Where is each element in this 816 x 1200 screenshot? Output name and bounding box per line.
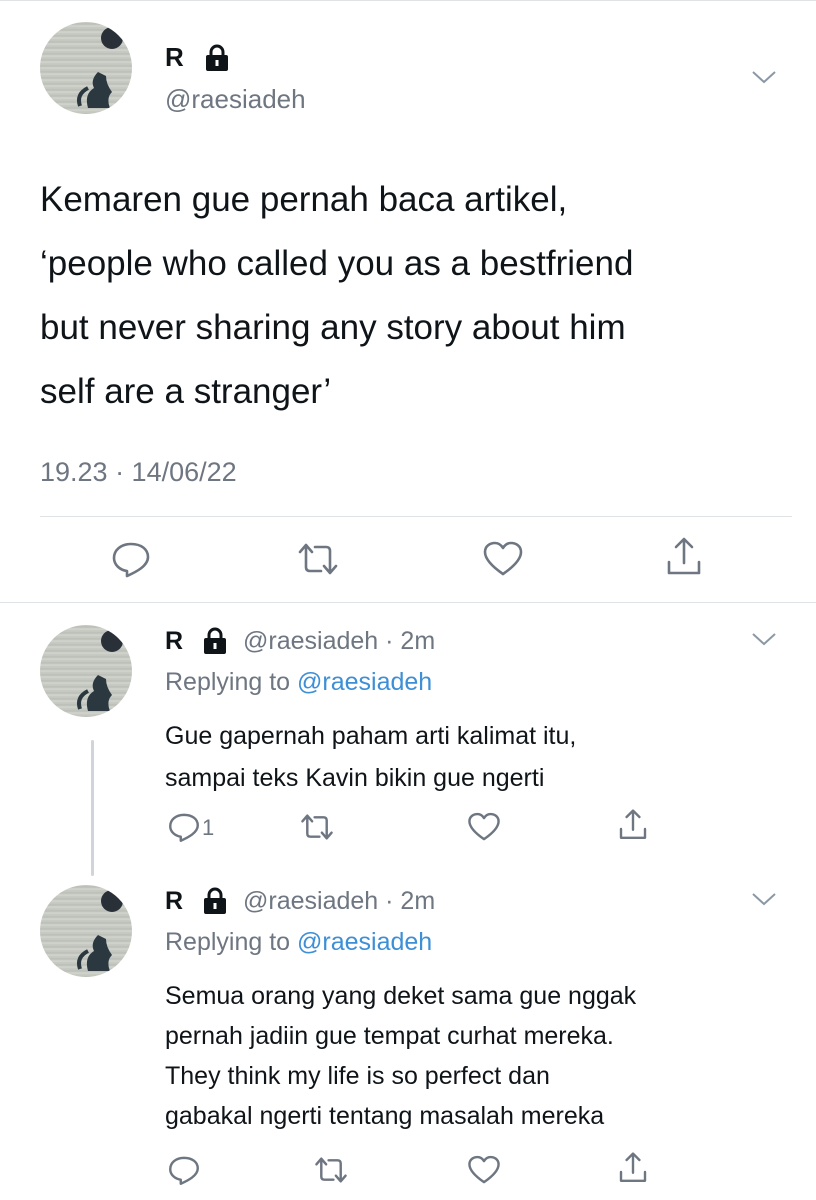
reply-text-line: They think my life is so perfect dan — [165, 1062, 550, 1090]
reply-icon[interactable] — [110, 540, 152, 578]
retweet-icon[interactable] — [300, 812, 334, 842]
reply-icon[interactable] — [167, 811, 201, 843]
tweet-text-line: Kemaren gue pernah baca artikel, — [40, 180, 568, 219]
share-icon[interactable] — [617, 808, 649, 842]
reply-text-line: Gue gapernah paham arti kalimat itu, — [165, 722, 577, 750]
tweet-text-line: but never sharing any story about him — [40, 308, 626, 347]
lock-icon — [201, 887, 229, 915]
heart-icon[interactable] — [482, 540, 524, 578]
share-icon[interactable] — [664, 536, 704, 578]
reply-icon[interactable] — [167, 1154, 201, 1186]
lock-icon — [201, 627, 229, 655]
handle-text[interactable]: @raesiadeh — [243, 887, 378, 915]
display-name[interactable]: R — [165, 41, 184, 73]
thread-line — [91, 740, 94, 876]
chevron-down-icon[interactable] — [750, 68, 778, 86]
avatar[interactable] — [40, 885, 132, 977]
retweet-icon[interactable] — [297, 541, 339, 577]
retweet-icon[interactable] — [314, 1155, 348, 1185]
lock-icon — [203, 44, 231, 72]
divider — [0, 602, 816, 603]
relative-time: · 2m — [385, 627, 436, 655]
replying-to: Replying to @raesiadeh — [165, 926, 432, 958]
reply-text-line: Semua orang yang deket sama gue nggak — [165, 982, 637, 1010]
timestamp[interactable]: 19.23 · 14/06/22 — [40, 454, 237, 490]
reply-text: Gue gapernah paham arti kalimat itu, sam… — [165, 715, 795, 799]
top-divider — [0, 0, 816, 1]
replying-to-link[interactable]: @raesiadeh — [297, 668, 432, 696]
reply-count: 1 — [202, 815, 215, 840]
replying-to-link[interactable]: @raesiadeh — [297, 928, 432, 956]
tweet-text-line: ‘people who called you as a bestfriend — [40, 244, 634, 283]
reply-text-line: sampai teks Kavin bikin gue ngerti — [165, 764, 545, 792]
handle-text[interactable]: @raesiadeh — [243, 627, 378, 655]
replying-prefix: Replying to — [165, 928, 291, 956]
reply-text: Semua orang yang deket sama gue nggak pe… — [165, 976, 795, 1136]
handle[interactable]: @raesiadeh — [165, 83, 306, 115]
divider — [40, 516, 792, 517]
avatar[interactable] — [40, 22, 132, 114]
replying-to: Replying to @raesiadeh — [165, 666, 432, 698]
display-name[interactable]: R — [165, 885, 183, 917]
chevron-down-icon[interactable] — [750, 890, 778, 908]
heart-icon[interactable] — [467, 1154, 501, 1186]
reply-text-line: pernah jadiin gue tempat curhat mereka. — [165, 1022, 614, 1050]
avatar[interactable] — [40, 625, 132, 717]
reply-text-line: gabakal ngerti tentang masalah mereka — [165, 1102, 605, 1130]
share-icon[interactable] — [617, 1151, 649, 1185]
tweet-text: Kemaren gue pernah baca artikel, ‘people… — [40, 168, 800, 424]
tweet-text-line: self are a stranger’ — [40, 372, 332, 411]
relative-time: · 2m — [385, 887, 436, 915]
chevron-down-icon[interactable] — [750, 630, 778, 648]
heart-icon[interactable] — [467, 811, 501, 843]
handle[interactable]: @raesiadeh · 2m — [243, 625, 435, 657]
display-name[interactable]: R — [165, 625, 183, 657]
replying-prefix: Replying to — [165, 668, 291, 696]
handle[interactable]: @raesiadeh · 2m — [243, 885, 435, 917]
